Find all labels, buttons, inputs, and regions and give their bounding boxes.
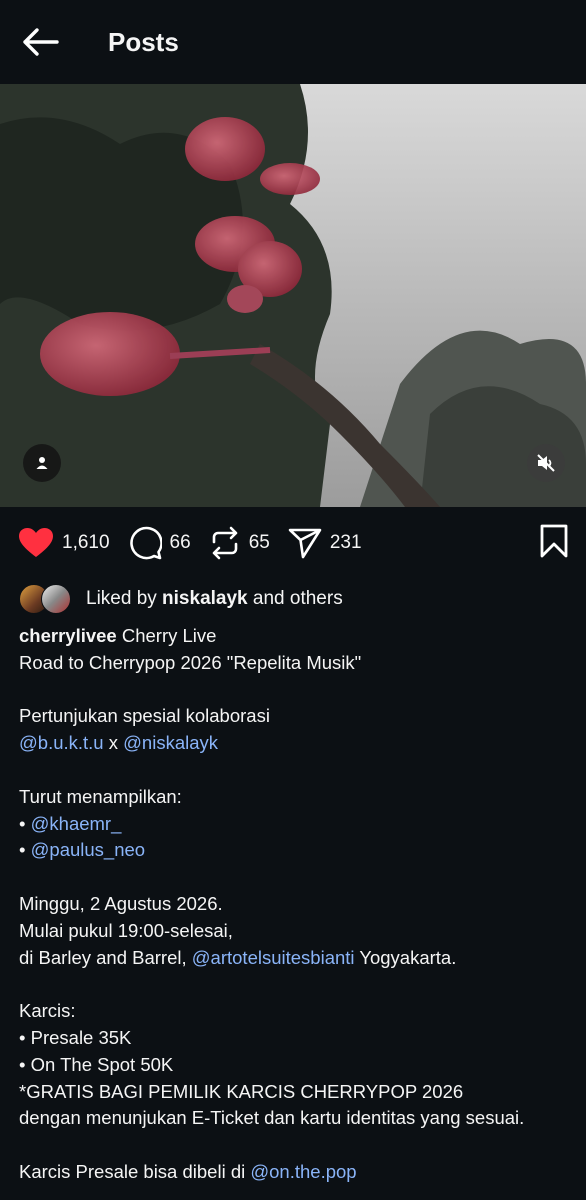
back-button[interactable]: [18, 20, 62, 64]
page-title: Posts: [108, 26, 179, 57]
caption-line: • Presale 35K: [19, 1026, 132, 1048]
comment-button[interactable]: 66: [128, 526, 191, 560]
caption-line: Pertunjukan spesial kolaborasi: [19, 705, 270, 727]
mention-link[interactable]: @paulus_neo: [31, 839, 145, 860]
caption-line: • On The Spot 50K: [19, 1053, 174, 1075]
post-actions: 1,610 66 65 231: [0, 507, 586, 579]
repost-count: 65: [248, 532, 270, 553]
caption-line: Karcis:: [19, 1000, 76, 1022]
liker-avatars: [19, 584, 71, 614]
tagged-users-button[interactable]: [23, 444, 61, 482]
caption-line: di Barley and Barrel, @artotelsuitesbian…: [19, 946, 457, 968]
post-display-name: Cherry Live: [121, 625, 217, 646]
like-button[interactable]: 1,610: [18, 527, 110, 559]
caption-line: Minggu, 2 Agustus 2026.: [19, 892, 223, 914]
avatar: [41, 584, 71, 614]
liked-by-user[interactable]: niskalayk: [162, 588, 248, 609]
caption-line: • @paulus_neo: [19, 839, 146, 861]
mention-link[interactable]: @niskalayk: [123, 732, 218, 753]
user-tag-icon: [36, 457, 48, 469]
caption-line: @b.u.k.t.u x @niskalayk: [19, 732, 219, 754]
post-media[interactable]: [0, 84, 586, 507]
like-count: 1,610: [62, 532, 110, 553]
share-icon: [288, 528, 322, 559]
top-bar: Posts: [0, 0, 586, 84]
share-count: 231: [329, 532, 362, 553]
mention-link[interactable]: @on.the.pop: [250, 1161, 356, 1182]
caption-header: cherrylivee Cherry Live: [19, 623, 567, 650]
mention-link[interactable]: @khaemr_: [31, 813, 122, 834]
liked-by-text: Liked by niskalayk and others: [86, 588, 343, 609]
save-button[interactable]: [540, 524, 568, 563]
caption-line: Karcis Presale bisa dibeli di @on.the.po…: [19, 1160, 357, 1182]
post-caption: cherrylivee Cherry Live Road to Cherrypo…: [0, 619, 586, 1186]
back-arrow-icon: [23, 28, 59, 56]
mention-link[interactable]: @artotelsuitesbianti: [192, 947, 355, 968]
muted-speaker-icon: [537, 454, 555, 472]
share-button[interactable]: 231: [288, 527, 362, 559]
repost-button[interactable]: 65: [209, 526, 270, 560]
caption-line: dengan menunjukan E-Ticket dan kartu ide…: [19, 1107, 525, 1129]
caption-line: *GRATIS BAGI PEMILIK KARCIS CHERRYPOP 20…: [19, 1080, 464, 1102]
comment-icon: [129, 526, 162, 560]
heart-icon: [19, 528, 53, 557]
bookmark-icon: [540, 524, 568, 557]
caption-line: Turut menampilkan:: [19, 785, 182, 807]
caption-line: Road to Cherrypop 2026 "Repelita Musik": [19, 651, 362, 673]
liked-by-row[interactable]: Liked by niskalayk and others: [0, 579, 586, 619]
caption-line: Mulai pukul 19:00-selesai,: [19, 919, 233, 941]
comment-count: 66: [169, 532, 191, 553]
repost-icon: [212, 526, 237, 560]
mention-link[interactable]: @b.u.k.t.u: [19, 732, 104, 753]
mute-button[interactable]: [527, 444, 565, 482]
caption-line: • @khaemr_: [19, 812, 122, 834]
post-photo: [0, 84, 586, 507]
post-username[interactable]: cherrylivee: [19, 625, 117, 646]
